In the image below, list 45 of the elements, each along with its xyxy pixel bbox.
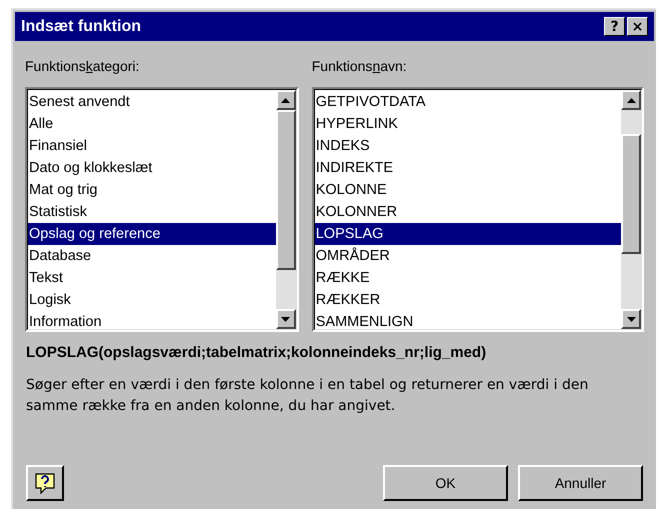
list-item[interactable]: INDIREKTE [314,157,621,179]
list-item[interactable]: Information [28,311,276,333]
window-title: Indsæt funktion [21,16,141,36]
list-item[interactable]: Database [28,245,276,267]
cancel-button[interactable]: Annuller [518,465,643,501]
ok-button[interactable]: OK [383,465,508,501]
down-arrow-icon [626,316,636,322]
list-item[interactable]: Logisk [28,289,276,311]
help-button[interactable]: ? [604,17,625,36]
list-item[interactable]: GETPIVOTDATA [314,91,621,113]
list-item[interactable]: RÆKKER [314,289,621,311]
function-signature: LOPSLAG(opslagsværdi;tabelmatrix;kolonneindeks_nr;lig_med) [25,343,488,363]
scroll-down-button[interactable] [621,309,641,329]
scrollbar[interactable] [276,90,296,329]
help-icon [34,472,56,494]
scroll-up-button[interactable] [276,90,296,110]
list-item[interactable]: Dato og klokkeslæt [28,157,276,179]
scroll-up-button[interactable] [621,90,641,110]
scrollbar[interactable] [621,90,641,329]
list-item[interactable]: INDEKS [314,135,621,157]
down-arrow-icon [281,316,290,322]
list-item[interactable]: KOLONNE [314,179,621,201]
list-item[interactable]: Finansiel [28,135,276,157]
scroll-thumb[interactable] [276,110,296,270]
list-item[interactable]: LOPSLAG [314,223,621,245]
scroll-thumb[interactable] [621,134,641,254]
list-label: Funktionsnavn: [312,57,408,76]
list-item[interactable]: Opslag og reference [28,223,276,245]
list-item[interactable]: KOLONNER [314,201,621,223]
list-item[interactable]: Mat og trig [28,179,276,201]
up-arrow-icon [281,98,290,102]
list-item[interactable]: RÆKKE [314,267,621,289]
list-item[interactable]: OMRÅDER [314,245,621,267]
list-item[interactable]: Senest anvendt [28,91,276,113]
list-item[interactable]: Alle [28,113,276,135]
list-item[interactable]: HYPERLINK [314,113,621,135]
up-arrow-icon [626,98,636,102]
list-item[interactable]: SAMMENLIGN [314,311,621,333]
close-button[interactable]: × [627,17,648,36]
list-label: Funktionskategori: [25,57,140,76]
help-button[interactable] [26,465,64,501]
function-description: Søger efter en værdi i den første kolonne i en tabel og returnerer en værdi i den samme række fra en anden kolonne, du har angivet. [25,376,590,416]
list-item[interactable]: Statistisk [28,201,276,223]
scroll-down-button[interactable] [276,309,296,329]
list-item[interactable]: Tekst [28,267,276,289]
